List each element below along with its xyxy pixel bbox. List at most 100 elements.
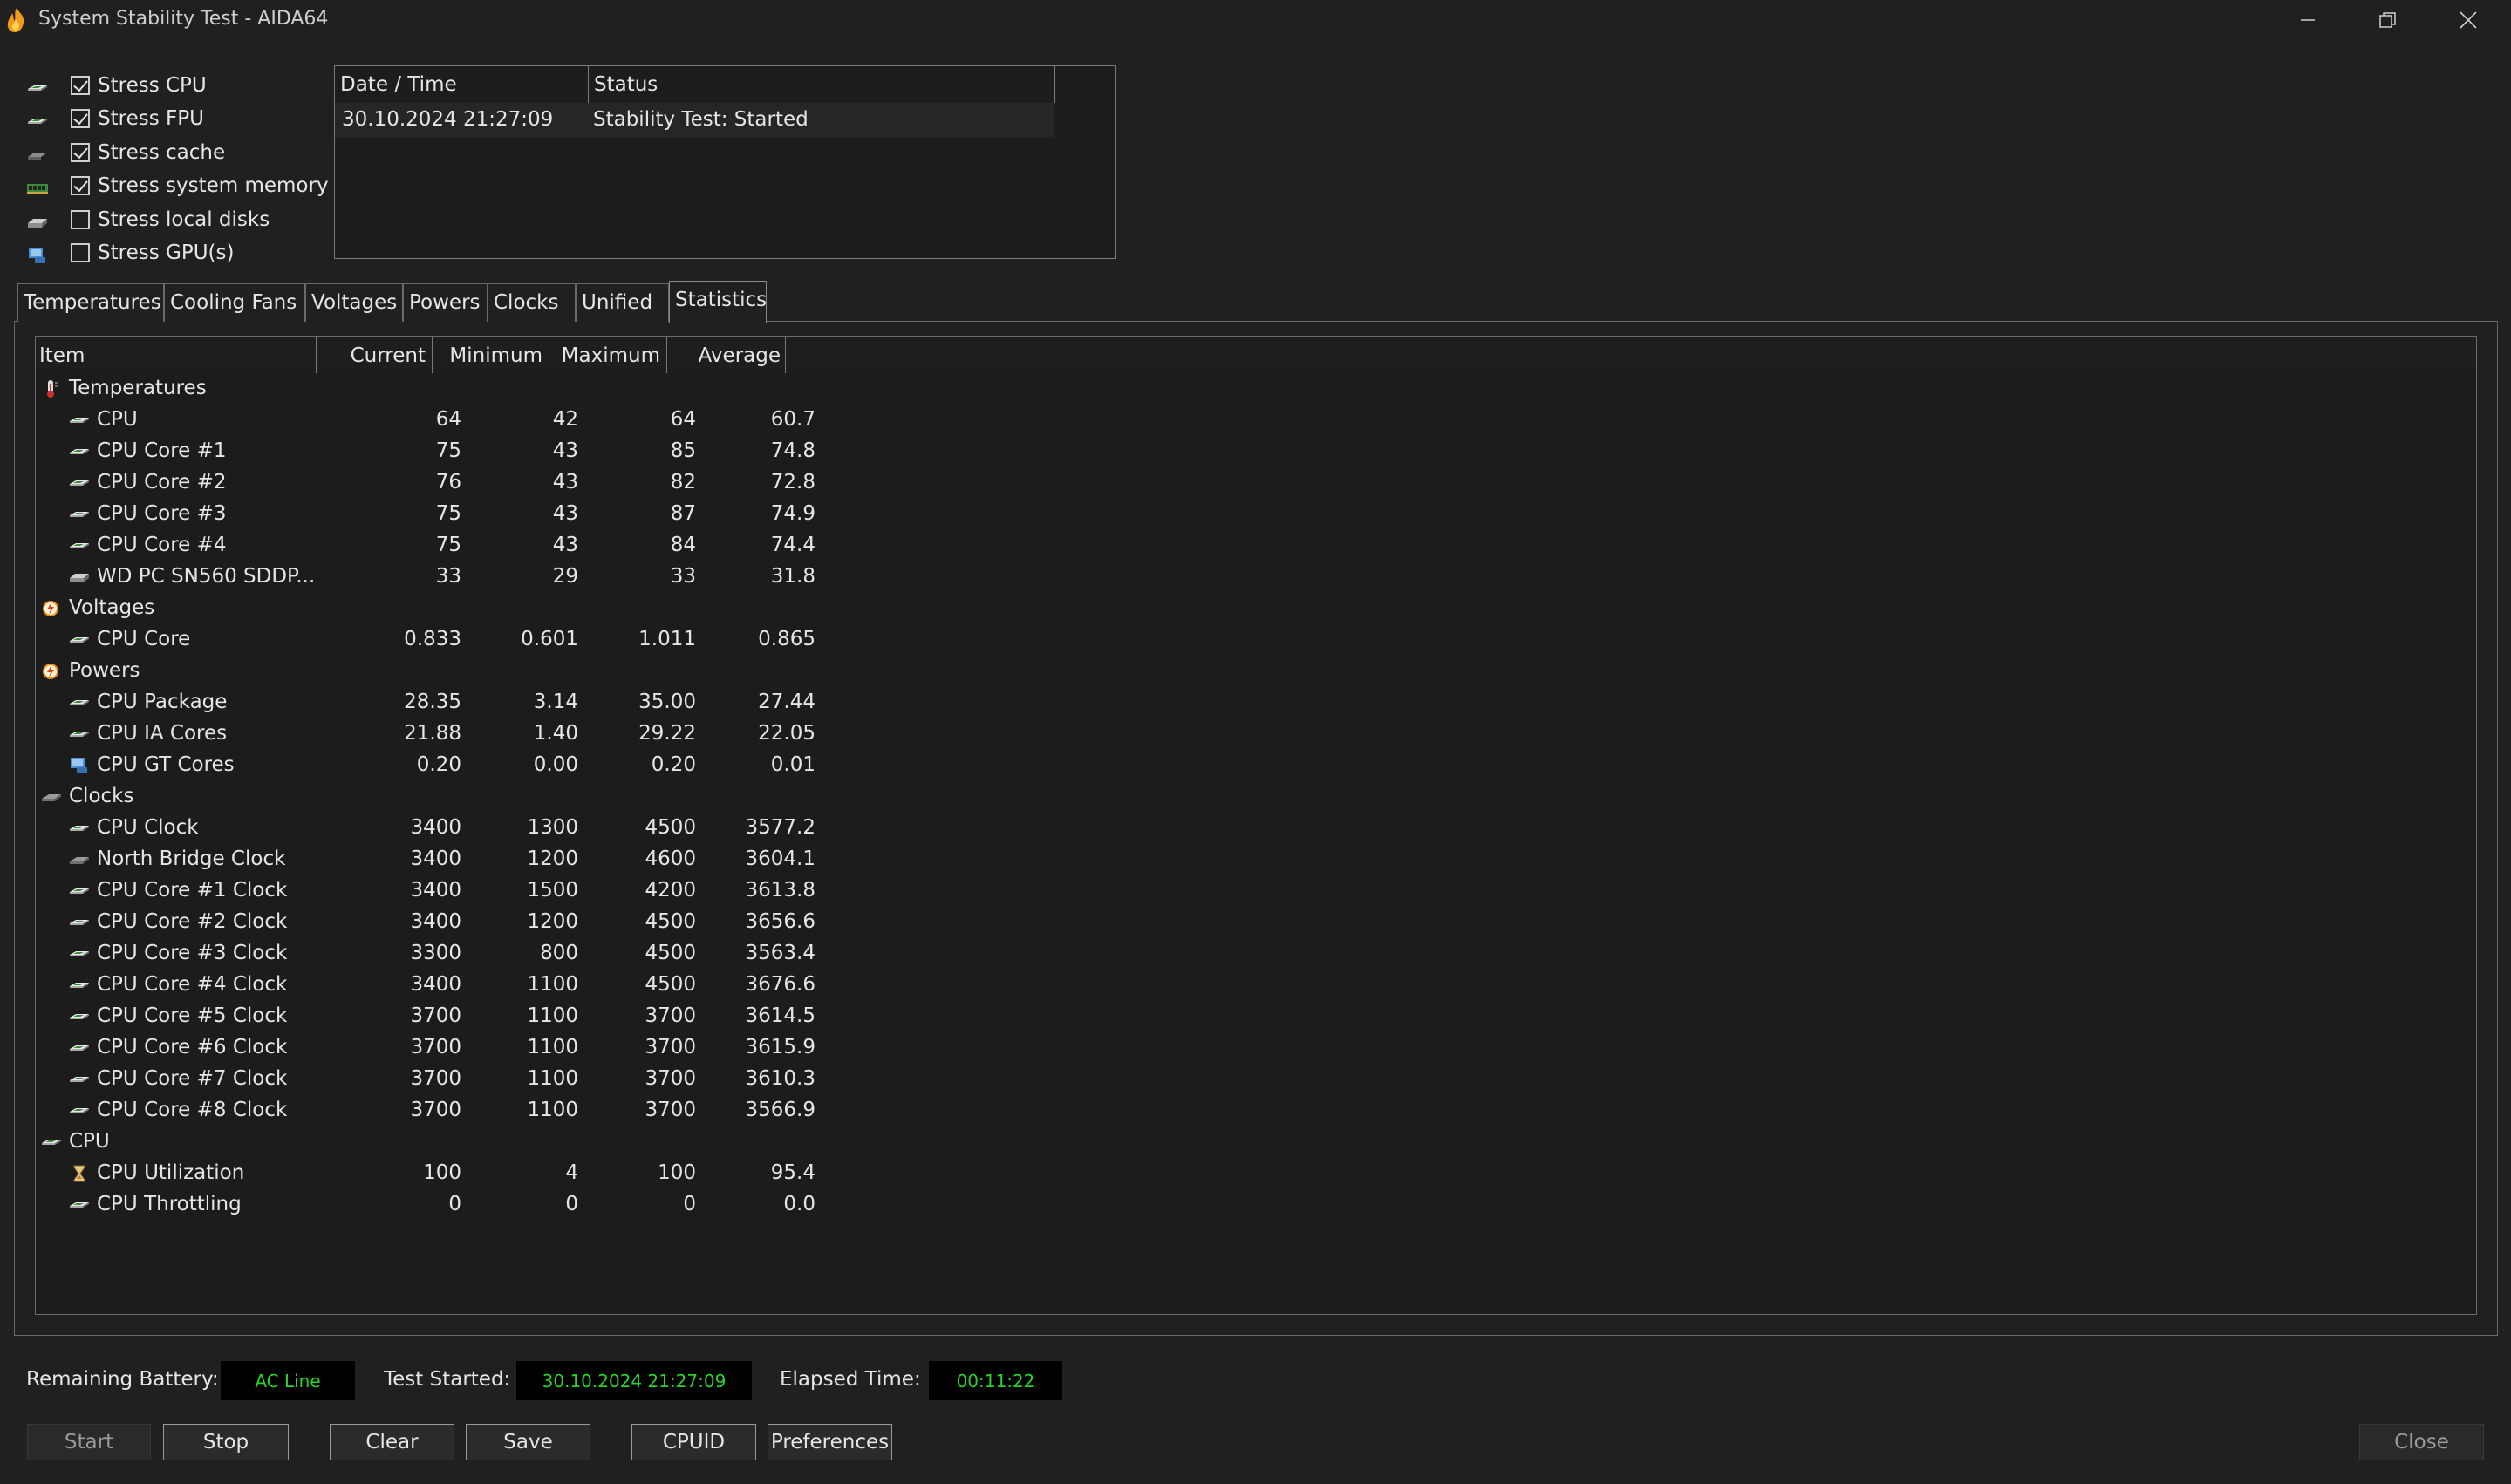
column-header-current[interactable]: Current: [317, 337, 433, 373]
table-row[interactable]: North Bridge Clock 3400 1200 4600 3604.1: [36, 844, 815, 875]
tab-cooling-fans[interactable]: Cooling Fans: [164, 283, 305, 322]
maximum-value: 4500: [645, 973, 696, 996]
stress-option-label[interactable]: Stress cache: [98, 141, 225, 164]
fpu-chip-icon: [26, 112, 52, 129]
cpu-chip-icon: [68, 819, 91, 838]
restore-button[interactable]: [2348, 0, 2428, 40]
tab-clocks[interactable]: Clocks: [488, 283, 576, 322]
tab-unified[interactable]: Unified: [576, 283, 669, 322]
cpu-chip-icon: [68, 1195, 91, 1215]
group-label: Temperatures: [69, 377, 207, 399]
table-row[interactable]: CPU Throttling 0 0 0 0.0: [36, 1189, 815, 1221]
cpu-chip-icon: [68, 630, 91, 650]
cpu-chip-icon: [26, 78, 52, 96]
table-row[interactable]: CPU Core 0.833 0.601 1.011 0.865: [36, 624, 815, 656]
average-value: 0.0: [783, 1193, 815, 1215]
table-row[interactable]: CPU IA Cores 21.88 1.40 29.22 22.05: [36, 718, 815, 750]
tab-powers[interactable]: Powers: [403, 283, 488, 322]
checkbox[interactable]: [71, 76, 90, 95]
stress-option-label[interactable]: Stress system memory: [98, 174, 329, 197]
table-row[interactable]: CPU Core #3 75 43 87 74.9: [36, 499, 815, 530]
checkbox[interactable]: [71, 176, 90, 195]
checkbox[interactable]: [71, 243, 90, 262]
checkbox[interactable]: [71, 143, 90, 162]
table-row[interactable]: CPU Package 28.35 3.14 35.00 27.44: [36, 687, 815, 718]
table-row[interactable]: CPU Core #3 Clock 3300 800 4500 3563.4: [36, 938, 815, 970]
average-value: 3563.4: [745, 942, 815, 964]
table-row[interactable]: CPU Core #6 Clock 3700 1100 3700 3615.9: [36, 1032, 815, 1064]
voltage-icon: [43, 601, 58, 616]
stress-option-label[interactable]: Stress local disks: [98, 208, 270, 231]
cpu-chip-icon: [68, 693, 91, 712]
table-row[interactable]: CPU Core #2 Clock 3400 1200 4500 3656.6: [36, 907, 815, 938]
group-label: CPU: [69, 1130, 110, 1153]
table-row[interactable]: CPU Core #7 Clock 3700 1100 3700 3610.3: [36, 1064, 815, 1095]
tab-temperatures[interactable]: Temperatures: [17, 283, 164, 322]
stress-option-stress-fpu[interactable]: Stress FPU: [26, 105, 314, 136]
current-value: 28.35: [404, 691, 461, 713]
cpu-chip-icon: [68, 1007, 91, 1026]
minimum-value: 3.14: [533, 691, 578, 713]
average-value: 3615.9: [745, 1036, 815, 1059]
average-value: 3577.2: [745, 816, 815, 839]
column-header-average[interactable]: Average: [667, 337, 786, 373]
clear-button[interactable]: Clear: [330, 1424, 454, 1460]
log-header-status[interactable]: Status: [589, 66, 1054, 103]
column-header-maximum[interactable]: Maximum: [549, 337, 667, 373]
maximum-value: 33: [670, 565, 696, 588]
checkbox[interactable]: [71, 210, 90, 229]
item-name: CPU Package: [97, 691, 228, 713]
close-window-button[interactable]: [2428, 0, 2508, 40]
table-row[interactable]: CPU 64 42 64 60.7: [36, 405, 815, 436]
stress-option-label[interactable]: Stress GPU(s): [98, 242, 234, 264]
current-value: 100: [423, 1161, 461, 1184]
cpu-chip-icon: [70, 732, 89, 737]
table-row[interactable]: CPU Core #8 Clock 3700 1100 3700 3566.9: [36, 1095, 815, 1127]
stress-option-stress-cpu[interactable]: Stress CPU: [26, 71, 314, 103]
stress-option-stress-gpu-s[interactable]: Stress GPU(s): [26, 239, 314, 270]
stop-button[interactable]: Stop: [163, 1424, 289, 1460]
checkbox[interactable]: [71, 109, 90, 128]
log-header-datetime[interactable]: Date / Time: [335, 66, 589, 103]
log-header-divider: [1054, 66, 1055, 103]
item-name: CPU Core #5 Clock: [97, 1004, 288, 1027]
average-value: 74.9: [770, 502, 815, 525]
group-row-temperatures[interactable]: Temperatures: [36, 373, 786, 405]
group-row-clocks[interactable]: Clocks: [36, 781, 786, 813]
tab-voltages[interactable]: Voltages: [305, 283, 403, 322]
group-row-voltages[interactable]: Voltages: [36, 593, 786, 624]
table-row[interactable]: CPU Clock 3400 1300 4500 3577.2: [36, 813, 815, 844]
current-value: 3400: [410, 973, 461, 996]
start-button[interactable]: Start: [27, 1424, 151, 1460]
group-row-powers[interactable]: Powers: [36, 656, 786, 687]
cpu-chip-icon: [70, 449, 89, 454]
table-row[interactable]: CPU Utilization 100 4 100 95.4: [36, 1158, 815, 1189]
cpu-chip-icon: [70, 1108, 89, 1113]
table-row[interactable]: CPU Core #5 Clock 3700 1100 3700 3614.5: [36, 1001, 815, 1032]
table-row[interactable]: CPU Core #1 Clock 3400 1500 4200 3613.8: [36, 875, 815, 907]
maximum-value: 4200: [645, 879, 696, 902]
stress-option-label[interactable]: Stress FPU: [98, 107, 204, 130]
stress-option-stress-cache[interactable]: Stress cache: [26, 139, 314, 170]
save-button[interactable]: Save: [466, 1424, 590, 1460]
group-row-cpu[interactable]: CPU: [36, 1127, 786, 1158]
table-row[interactable]: CPU Core #2 76 43 82 72.8: [36, 467, 815, 499]
minimize-button[interactable]: [2268, 0, 2348, 40]
item-name: CPU Core #3: [97, 502, 227, 525]
column-header-item[interactable]: Item: [36, 337, 317, 373]
table-row[interactable]: CPU Core #4 Clock 3400 1100 4500 3676.6: [36, 970, 815, 1001]
table-row[interactable]: WD PC SN560 SDDP... 33 29 33 31.8: [36, 562, 815, 593]
preferences-button[interactable]: Preferences: [768, 1424, 892, 1460]
stress-option-stress-local-disks[interactable]: Stress local disks: [26, 206, 314, 237]
table-row[interactable]: CPU Core #1 75 43 85 74.8: [36, 436, 815, 467]
cpuid-button[interactable]: CPUID: [631, 1424, 756, 1460]
stress-option-stress-system-memory[interactable]: Stress system memory: [26, 172, 329, 203]
table-row[interactable]: CPU Core #4 75 43 84 74.4: [36, 530, 815, 562]
tab-statistics[interactable]: Statistics: [669, 281, 767, 323]
gpu-monitor-icon: [68, 756, 91, 775]
column-header-minimum[interactable]: Minimum: [433, 337, 549, 373]
close-button[interactable]: Close: [2359, 1424, 2484, 1460]
table-row[interactable]: CPU GT Cores 0.20 0.00 0.20 0.01: [36, 750, 815, 781]
stress-option-label[interactable]: Stress CPU: [98, 74, 207, 97]
cpu-chip-icon: [70, 1077, 89, 1082]
